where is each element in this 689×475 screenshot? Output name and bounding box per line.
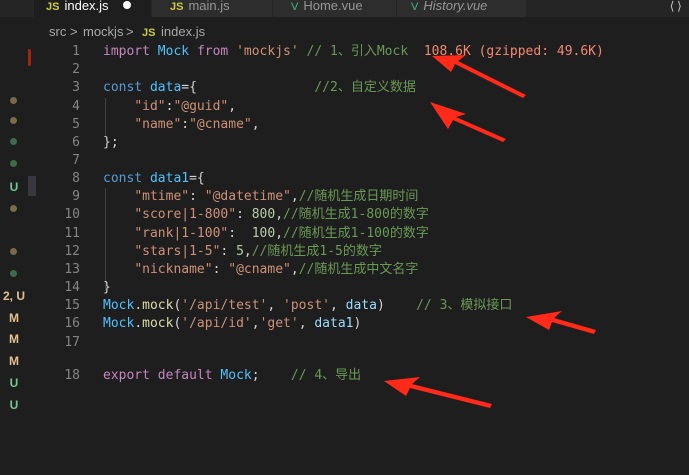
scm-marker: U (9, 398, 19, 412)
tab-home-vue[interactable]: V Home.vue (273, 0, 397, 17)
unsaved-dot-icon[interactable] (122, 0, 131, 9)
status-dot-icon (10, 248, 17, 255)
tab-main-js[interactable]: JS main.js (152, 0, 273, 17)
js-file-icon: JS (170, 1, 184, 13)
scm-marker: M (9, 311, 19, 325)
code-line-14[interactable]: } (103, 279, 111, 297)
line-number: 6 (72, 135, 80, 150)
code-line-4[interactable]: "id":"@guid", (103, 98, 236, 116)
status-dot-icon (10, 97, 17, 104)
line-number: 4 (72, 99, 80, 114)
line-number: 14 (64, 280, 80, 295)
line-number: 12 (64, 244, 80, 259)
code-line-3[interactable]: const data={ //2、自定义数据 (103, 79, 416, 97)
breadcrumb-mockjs[interactable]: mockjs (83, 22, 123, 42)
tab-history-vue[interactable]: V History.vue (397, 0, 527, 17)
tab-label: Home.vue (303, 0, 363, 13)
code-line-1[interactable]: import Mock from 'mockjs' // 1、引入Mock 10… (103, 43, 604, 61)
code-line-12[interactable]: "stars|1-5": 5,//随机生成1-5的数字 (103, 243, 382, 261)
scm-marker: 2, U (2, 289, 25, 303)
line-number: 11 (64, 226, 80, 241)
code-line-8[interactable]: const data1={ (103, 170, 205, 188)
tab-label: main.js (188, 0, 230, 13)
status-dot-icon (10, 205, 17, 212)
vue-file-icon: V (291, 1, 299, 13)
scm-marker: M (9, 332, 19, 346)
line-number: 1 (72, 44, 80, 59)
line-number: 10 (64, 207, 80, 222)
code-line-5[interactable]: "name":"@cname", (103, 116, 259, 134)
line-number: 9 (72, 189, 80, 204)
breadcrumb: src > mockjs > JS index.js (0, 22, 689, 42)
line-number: 3 (72, 80, 80, 95)
editor-tab-bar: JS index.js JS main.js V Home.vue V History.… (0, 0, 689, 17)
line-number: 2 (72, 62, 80, 77)
breadcrumb-file[interactable]: index.js (161, 22, 205, 42)
tab-label: History.vue (423, 0, 488, 13)
status-dot-icon (10, 117, 17, 124)
status-dot-icon (10, 160, 17, 167)
breadcrumb-src[interactable]: src (49, 22, 66, 42)
line-number: 16 (64, 316, 80, 331)
status-dot-icon (10, 138, 17, 145)
line-number-gutter: 1 2 3 4 5 6 7 8 9 10 11 12 13 14 15 16 1… (36, 42, 80, 475)
line-number: 7 (72, 153, 80, 168)
breadcrumb-separator: > (126, 24, 134, 39)
scm-decorations: U 2, U M M M U U (0, 42, 28, 475)
line-number: 8 (72, 171, 80, 186)
line-number: 13 (64, 262, 80, 277)
scm-marker: U (9, 180, 19, 194)
split-editor-icon[interactable]: ⟨⟩ (669, 0, 683, 12)
code-line-13[interactable]: "nickname": "@cname",//随机生成中文名字 (103, 261, 418, 279)
code-line-9[interactable]: "mtime": "@datetime",//随机生成日期时间 (103, 188, 418, 206)
breadcrumb-separator: > (70, 24, 78, 39)
line-number: 15 (64, 298, 80, 313)
import-cost-hint: 108.6K (gzipped: 49.6K) (423, 44, 604, 59)
code-line-18[interactable]: export default Mock; // 4、导出 (103, 367, 361, 385)
js-file-icon: JS (46, 1, 60, 13)
code-line-6[interactable]: }; (103, 134, 119, 152)
line-number: 17 (64, 335, 80, 350)
line-number: 18 (64, 368, 80, 383)
code-line-10[interactable]: "score|1-800": 800,//随机生成1-800的数字 (103, 206, 429, 224)
code-line-15[interactable]: Mock.mock('/api/test', 'post', data) // … (103, 297, 512, 315)
tab-index-js[interactable]: JS index.js (34, 0, 152, 17)
code-line-16[interactable]: Mock.mock('/api/id','get', data1) (103, 315, 361, 333)
js-file-icon: JS (142, 27, 156, 39)
line-number: 5 (72, 117, 80, 132)
status-dot-icon (10, 270, 17, 277)
code-editor[interactable]: import Mock from 'mockjs' // 1、引入Mock 10… (103, 42, 689, 475)
tab-label: index.js (64, 0, 109, 13)
scm-marker: U (9, 376, 19, 390)
code-line-11[interactable]: "rank|1-100": 100,//随机生成1-100的数字 (103, 225, 429, 243)
scm-marker: M (9, 354, 19, 368)
vue-file-icon: V (411, 1, 419, 13)
